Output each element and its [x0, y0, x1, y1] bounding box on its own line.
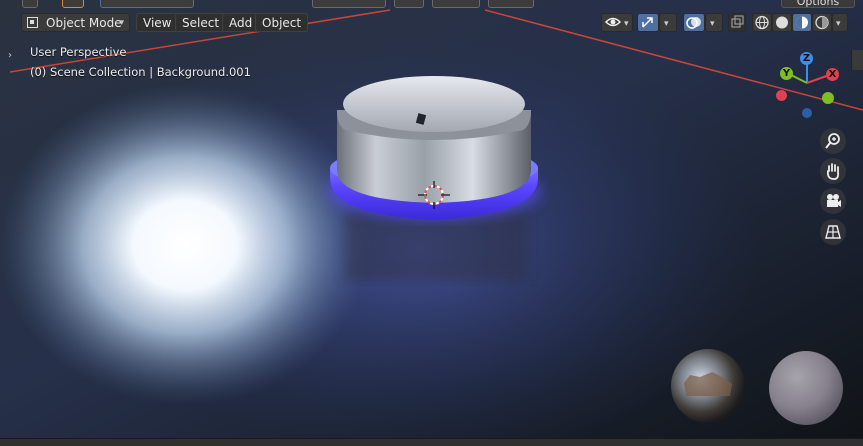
3d-viewport[interactable]: Options Object Mode ▾ View Select Add Ob…: [0, 0, 863, 438]
gizmo-neg-x[interactable]: [776, 90, 787, 101]
mode-label: Object Mode: [46, 16, 122, 30]
gizmo-y-axis[interactable]: Y: [780, 67, 793, 80]
grid-ortho-icon: [825, 225, 841, 239]
pan-button[interactable]: [820, 158, 846, 184]
menu-view[interactable]: View: [136, 13, 179, 32]
snap-icon[interactable]: [432, 0, 480, 8]
options-dropdown[interactable]: Options: [781, 0, 855, 8]
overlay-icon: [686, 17, 701, 29]
object-mode-dropdown[interactable]: Object Mode ▾: [21, 13, 130, 32]
transform-orientation-dropdown[interactable]: [312, 0, 386, 8]
svg-text:▾: ▾: [664, 19, 669, 29]
gizmo-x-axis[interactable]: X: [826, 68, 839, 81]
zoom-button[interactable]: [820, 128, 846, 154]
proportional-edit-icon[interactable]: [488, 0, 534, 8]
xray-toggle[interactable]: [728, 13, 746, 32]
menu-add[interactable]: Add: [222, 13, 260, 32]
chevron-down-icon: ▾: [710, 19, 715, 29]
pivot-point-icon[interactable]: [394, 0, 424, 8]
toolbar-expand-tab[interactable]: ›: [8, 50, 18, 64]
zoom-icon: [825, 133, 840, 149]
solid-shading-icon: [776, 16, 788, 29]
overlay-dropdown[interactable]: ▾: [705, 13, 723, 32]
transform-tool-icon[interactable]: [22, 0, 38, 8]
select-mode-icons[interactable]: [100, 0, 194, 8]
hand-pan-icon: [826, 163, 840, 180]
tool-settings-strip: Options: [0, 0, 863, 8]
xray-icon: [731, 15, 744, 28]
chevron-down-icon: ▾: [664, 19, 669, 29]
chevron-down-icon: ▾: [119, 18, 124, 28]
cylinder-cap: [343, 76, 525, 132]
rendered-shading-icon: [815, 15, 829, 30]
gizmo-toggle[interactable]: [637, 13, 659, 32]
collection-info: (0) Scene Collection | Background.001: [30, 65, 251, 79]
menu-object[interactable]: Object: [255, 13, 309, 32]
svg-text:▾: ▾: [710, 19, 715, 29]
svg-text:▾: ▾: [624, 19, 629, 29]
gizmo-z-axis[interactable]: Z: [800, 52, 813, 65]
ortho-toggle-button[interactable]: [820, 219, 846, 245]
view-name: User Perspective: [30, 45, 127, 59]
solid-shading-button[interactable]: [772, 13, 792, 32]
wireframe-shading-icon: [755, 15, 769, 30]
material-preview-button[interactable]: [792, 13, 812, 32]
camera-view-button[interactable]: [820, 188, 846, 214]
wireframe-shading-button[interactable]: [752, 13, 772, 32]
sidebar-expand-tab[interactable]: [851, 50, 863, 70]
gizmo-icon: [642, 17, 653, 28]
gizmo-dropdown[interactable]: ▾: [659, 13, 677, 32]
camera-icon: [827, 194, 841, 207]
shading-dropdown[interactable]: ▾: [832, 13, 848, 32]
options-label: Options: [796, 0, 840, 8]
gizmo-neg-y[interactable]: [822, 92, 834, 104]
gizmo-neg-z[interactable]: [802, 108, 812, 118]
object-reflection: [345, 210, 527, 280]
chevron-down-icon: ▾: [836, 19, 841, 29]
visibility-dropdown[interactable]: ▾: [601, 13, 633, 32]
rendered-shading-button[interactable]: [812, 13, 832, 32]
menu-select[interactable]: Select: [175, 13, 227, 32]
overlay-toggle[interactable]: [683, 13, 705, 32]
object-mode-icon: [27, 17, 38, 28]
select-box-icon[interactable]: [62, 0, 84, 8]
visibility-icon: ▾: [604, 17, 629, 29]
svg-text:▾: ▾: [836, 19, 841, 29]
material-preview-icon: [796, 16, 808, 29]
diffuse-preview-sphere: [769, 351, 843, 425]
